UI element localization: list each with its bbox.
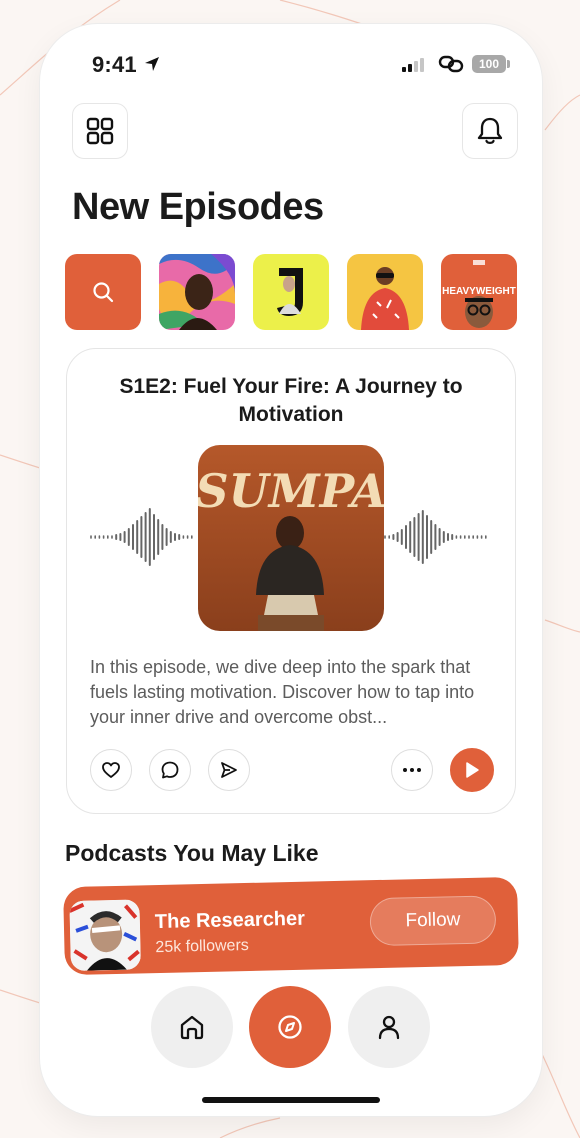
heart-icon: [102, 762, 120, 778]
battery-tip: [507, 60, 510, 68]
podcast-name: The Researcher: [154, 907, 306, 934]
podcast-cover-4[interactable]: HEAVYWEIGHT: [441, 254, 517, 330]
bell-icon: [477, 117, 503, 145]
notifications-button[interactable]: [462, 103, 518, 159]
play-icon: [466, 762, 479, 778]
phone-frame: 9:41 100 New Episodes HEAVYWEIGHT S1E2: …: [40, 24, 542, 1116]
search-button[interactable]: [65, 254, 141, 330]
location-arrow-icon: [145, 57, 159, 71]
episode-title: S1E2: Fuel Your Fire: A Journey to Motiv…: [119, 375, 463, 426]
battery-icon: 100: [472, 55, 506, 73]
status-time: 9:41: [92, 52, 137, 77]
episode-description: In this episode, we dive deep into the s…: [90, 657, 475, 727]
podcast-cover-3-art: [347, 254, 423, 330]
podcast-cover-4-art: HEAVYWEIGHT: [441, 254, 517, 330]
more-icon: [403, 768, 421, 772]
audio-waveform-right: [384, 510, 487, 564]
compass-icon: [278, 1015, 302, 1039]
podcast-cover-4-label: HEAVYWEIGHT: [442, 286, 516, 297]
share-button[interactable]: [208, 749, 250, 791]
signal-icon: [402, 58, 424, 72]
like-button[interactable]: [90, 749, 132, 791]
comment-button[interactable]: [149, 749, 191, 791]
podcast-followers: 25k followers: [155, 936, 249, 957]
link-icon: [438, 55, 464, 73]
episode-cover-art: SUMPA: [198, 445, 384, 631]
featured-episode-card[interactable]: S1E2: Fuel Your Fire: A Journey to Motiv…: [66, 348, 516, 814]
audio-waveform-left: [90, 508, 193, 566]
status-bar: 9:41 100: [40, 24, 542, 104]
page-title: New Episodes: [72, 186, 324, 228]
section-title: Podcasts You May Like: [65, 840, 319, 866]
episode-thumbnails: HEAVYWEIGHT: [65, 254, 525, 330]
play-button[interactable]: [450, 748, 494, 792]
recommended-podcast-card[interactable]: The Researcher 25k followers Follow: [63, 876, 519, 976]
podcast-cover-1[interactable]: [159, 254, 235, 330]
home-indicator: [202, 1097, 380, 1103]
menu-button[interactable]: [72, 103, 128, 159]
podcast-cover-2[interactable]: [253, 254, 329, 330]
follow-button[interactable]: Follow: [369, 895, 497, 947]
home-icon: [180, 1015, 204, 1040]
user-icon: [378, 1015, 400, 1040]
nav-home-button[interactable]: [151, 986, 233, 1068]
podcast-cover-1-art: [159, 254, 235, 330]
more-options-button[interactable]: [391, 749, 433, 791]
send-icon: [221, 762, 237, 778]
search-icon: [93, 282, 114, 303]
podcast-avatar: [69, 899, 141, 972]
cover-art-text: SUMPA: [198, 464, 384, 518]
podcast-cover-2-art: [253, 254, 329, 330]
nav-profile-button[interactable]: [348, 986, 430, 1068]
comment-icon: [161, 761, 179, 779]
podcast-cover-3[interactable]: [347, 254, 423, 330]
nav-explore-button[interactable]: [249, 986, 331, 1068]
grid-icon: [86, 117, 114, 145]
